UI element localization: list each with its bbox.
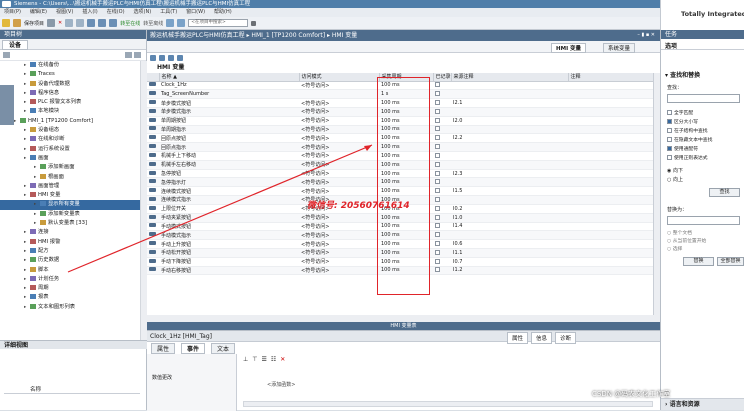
checkbox-icon bbox=[667, 137, 672, 142]
inspector-right-tabs: 属性 信息 诊断 bbox=[507, 332, 577, 344]
find-button[interactable]: 查找 bbox=[709, 188, 740, 197]
inspector-right-tab[interactable]: 属性 bbox=[507, 332, 529, 344]
add-event-icon[interactable]: ⊥ bbox=[243, 356, 248, 363]
list-icon[interactable]: ☷ bbox=[271, 356, 276, 363]
replace-label: 替换为： bbox=[667, 207, 688, 213]
direction-radio[interactable]: ○ 向上 bbox=[661, 176, 744, 185]
checkbox-label: 全字匹配 bbox=[674, 111, 694, 116]
replace-scope-radio[interactable]: ○ 整个文档 bbox=[661, 230, 744, 238]
checkbox-icon bbox=[667, 146, 672, 151]
checkbox-label: 使用正则表达式 bbox=[674, 156, 708, 161]
replace-input[interactable] bbox=[667, 216, 740, 225]
csdn-watermark: CSDN @码农文化工作室 bbox=[592, 390, 671, 398]
checkbox-label: 使用通配符 bbox=[674, 147, 698, 152]
find-replace-title: 查找和替换 bbox=[670, 72, 701, 79]
find-option-checkbox[interactable]: 使用正则表达式 bbox=[661, 154, 744, 163]
inspector-scrollbar[interactable] bbox=[243, 401, 653, 407]
task-panel: 任务 选项 ▾ 查找和替换 查找： 全字匹配区分大小写在子结构中查找 在隐藏文本中… bbox=[660, 30, 744, 410]
radio-label: 整个文档 bbox=[672, 231, 692, 236]
inspector-tabs: 属性 事件 文本 bbox=[147, 342, 347, 354]
event-value-change[interactable]: 数值更改 bbox=[147, 374, 236, 381]
event-toolbar: ⊥ ⊤ ☰ ☷ ✕ bbox=[243, 356, 285, 363]
find-option-checkbox[interactable]: 使用通配符 bbox=[661, 145, 744, 154]
replace-scope-radio[interactable]: ○ 选择 bbox=[661, 246, 744, 254]
radio-label: 从当前位置开始 bbox=[672, 239, 707, 244]
direction-options: ◉ 向下 ○ 向上 bbox=[661, 167, 744, 185]
radio-label: 选择 bbox=[672, 247, 683, 252]
language-resources-title: 语言和资源 bbox=[669, 401, 700, 408]
inspector-tab[interactable]: 文本 bbox=[211, 343, 236, 354]
direction-radio[interactable]: ◉ 向下 bbox=[661, 167, 744, 176]
find-option-checkbox[interactable]: 全字匹配 bbox=[661, 109, 744, 118]
event-list: 数值更改 bbox=[147, 354, 237, 411]
checkbox-icon bbox=[667, 119, 672, 124]
inspector-tab[interactable]: 事件 bbox=[181, 343, 206, 354]
find-label: 查找： bbox=[667, 85, 683, 91]
radio-label: 向上 bbox=[672, 177, 683, 183]
radio-label: 向下 bbox=[672, 168, 683, 174]
inspector-right-tab[interactable]: 诊断 bbox=[555, 332, 577, 344]
inspector-tab[interactable]: 属性 bbox=[151, 343, 176, 354]
language-resources-section[interactable]: › 语言和资源 bbox=[661, 398, 744, 410]
find-option-checkbox[interactable]: 在子结构中查找 bbox=[661, 127, 744, 136]
remove-icon[interactable]: ✕ bbox=[280, 356, 285, 363]
options-label: 选项 bbox=[661, 39, 744, 50]
checkbox-icon bbox=[667, 155, 672, 160]
find-option-checkbox[interactable]: 区分大小写 bbox=[661, 118, 744, 127]
checkbox-label: 在子结构中查找 bbox=[674, 129, 708, 134]
find-replace-section[interactable]: ▾ 查找和替换 bbox=[661, 70, 744, 80]
inspector-title: Clock_1Hz [HMI_Tag] bbox=[147, 331, 660, 342]
checkbox-icon bbox=[667, 110, 672, 115]
checkbox-label: 区分大小写 bbox=[674, 120, 698, 125]
find-options: 全字匹配区分大小写在子结构中查找 在隐藏文本中查找 使用通配符使用正则表达式 bbox=[661, 109, 744, 163]
replace-button[interactable]: 替换 bbox=[683, 257, 714, 266]
find-input[interactable] bbox=[667, 94, 740, 103]
checkbox-label: 在隐藏文本中查找 bbox=[674, 138, 713, 143]
inspector-right-tab[interactable]: 信息 bbox=[531, 332, 553, 344]
task-panel-title: 任务 bbox=[661, 30, 744, 39]
indent-icon[interactable]: ☰ bbox=[261, 356, 266, 363]
move-up-icon[interactable]: ⊤ bbox=[252, 356, 257, 363]
replace-all-button[interactable]: 全部替换 bbox=[716, 257, 744, 266]
checkbox-icon bbox=[667, 128, 672, 133]
inspector-window: Clock_1Hz [HMI_Tag] 属性 信息 诊断 属性 事件 文本 数值更改 ⊥… bbox=[147, 330, 660, 411]
add-function-item[interactable]: <添加函数> bbox=[267, 381, 295, 388]
find-option-checkbox[interactable]: 在隐藏文本中查找 bbox=[661, 136, 744, 145]
replace-scope-radio[interactable]: ○ 从当前位置开始 bbox=[661, 238, 744, 246]
replace-scope-options: ○ 整个文档 ○ 从当前位置开始 ○ 选择 bbox=[661, 230, 744, 254]
